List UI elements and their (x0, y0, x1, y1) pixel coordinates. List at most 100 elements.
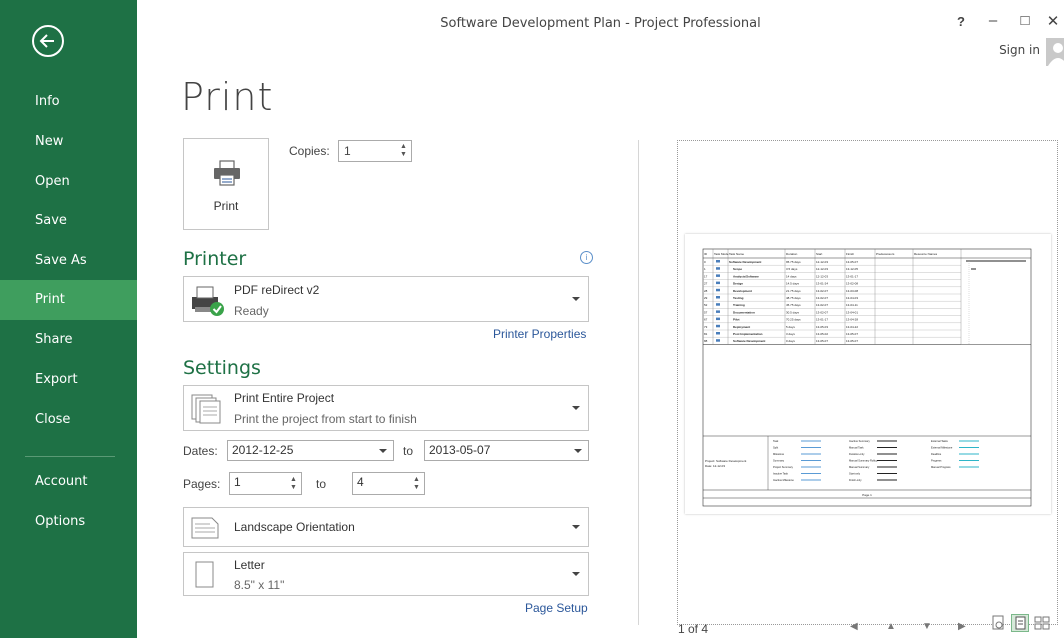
minimize-button[interactable]: – (982, 12, 1004, 29)
chevron-down-icon (572, 525, 580, 529)
preview-task-mode-icon (716, 267, 720, 270)
date-to-value: 2013-05-07 (429, 443, 491, 457)
preview-cell-finish: 13-04-01 (846, 310, 858, 314)
nav-save-as[interactable]: Save As (0, 241, 137, 281)
orientation-select[interactable]: Landscape Orientation (183, 507, 589, 547)
pages-stack-icon (191, 394, 221, 424)
nav-print[interactable]: Print (0, 280, 137, 320)
preview-cell-finish: 13-05-07 (846, 260, 858, 264)
nav-open[interactable]: Open (0, 162, 137, 202)
date-from-select[interactable]: 2012-12-25 (227, 440, 394, 461)
date-from-value: 2012-12-25 (232, 443, 294, 457)
back-arrow-icon (39, 34, 54, 48)
print-range-select[interactable]: Print Entire Project Print the project f… (183, 385, 589, 431)
preview-footer-project: Project: Software Development (705, 459, 747, 463)
nav-account[interactable]: Account (0, 462, 137, 502)
preview-header-cell: Task Mode (714, 252, 729, 256)
preview-cell-id: 1 (704, 267, 706, 271)
preview-legend-label: Manual Task (849, 446, 864, 450)
spin-up-icon[interactable]: ▲ (399, 143, 408, 151)
nav-info[interactable]: Info (0, 82, 137, 122)
pages-to-label: to (316, 477, 327, 491)
dates-label: Dates: (183, 444, 218, 458)
last-page-button[interactable]: ▶ (958, 621, 966, 632)
preview-cell-id: 88 (704, 339, 708, 343)
preview-cell-id: 67 (704, 318, 708, 322)
nav-close[interactable]: Close (0, 400, 137, 440)
next-page-button[interactable]: ▼ (922, 621, 932, 632)
nav-new[interactable]: New (0, 122, 137, 162)
preview-cell-duration: 70.25 days (786, 318, 801, 322)
preview-legend-label: External Tasks (931, 439, 949, 443)
preview-legend-label: Start-only (849, 472, 861, 476)
printer-icon (214, 160, 240, 186)
preview-legend-label: Finish-only (849, 478, 862, 482)
preview-cell-name: Training (733, 303, 745, 307)
preview-header-cell: Finish (846, 252, 854, 256)
spin-up-icon[interactable]: ▲ (412, 476, 421, 484)
one-page-button[interactable] (1011, 614, 1029, 632)
spin-down-icon[interactable]: ▼ (289, 484, 298, 492)
back-button[interactable] (32, 25, 64, 57)
preview-header-cell: Start (816, 252, 823, 256)
sign-in-link[interactable]: Sign in (999, 43, 1040, 57)
chevron-down-icon (572, 406, 580, 410)
print-button[interactable]: Print (183, 138, 269, 230)
paper-size-select[interactable]: Letter 8.5" x 11" (183, 552, 589, 596)
printer-heading: Printer (183, 248, 247, 270)
printer-select[interactable]: PDF reDirect v2 Ready (183, 276, 589, 322)
info-icon[interactable]: i (580, 251, 593, 264)
preview-cell-finish: 13-04-03 (846, 296, 858, 300)
maximize-button[interactable]: □ (1014, 12, 1036, 29)
preview-cell-name: Software Development (729, 260, 761, 264)
avatar[interactable] (1046, 38, 1064, 66)
first-page-button[interactable]: ◀ (850, 621, 858, 632)
preview-cell-name: Post Implementation (733, 332, 763, 336)
chevron-down-icon (572, 572, 580, 576)
backstage-sidebar: Info New Open Save Save As Print Share E… (0, 0, 137, 638)
nav-share[interactable]: Share (0, 320, 137, 360)
prev-page-button[interactable]: ▲ (886, 621, 896, 632)
preview-cell-name: Design (733, 282, 743, 286)
preview-cell-id: 0 (704, 260, 706, 264)
nav-options[interactable]: Options (0, 502, 137, 542)
preview-cell-finish: 13-05-07 (846, 339, 858, 343)
preview-cell-duration: 5 days (786, 325, 795, 329)
page-to-input[interactable]: 4 ▲ ▼ (352, 472, 425, 495)
preview-legend-label: Manual Summary (849, 465, 870, 469)
spin-down-icon[interactable]: ▼ (399, 151, 408, 159)
preview-task-mode-icon (716, 296, 720, 299)
spin-up-icon[interactable]: ▲ (289, 476, 298, 484)
actual-size-button[interactable] (989, 614, 1007, 632)
printer-name: PDF reDirect v2 (234, 283, 320, 297)
printer-status: Ready (234, 304, 269, 318)
page-from-input[interactable]: 1 ▲ ▼ (229, 472, 302, 495)
preview-task-mode-icon (716, 260, 720, 263)
page-setup-link[interactable]: Page Setup (525, 601, 588, 615)
nav-save[interactable]: Save (0, 201, 137, 241)
multiple-pages-button[interactable] (1033, 614, 1051, 632)
preview-cell-id: 81 (704, 332, 708, 336)
preview-cell-finish: 13-02-08 (846, 282, 858, 286)
date-to-select[interactable]: 2013-05-07 (424, 440, 589, 461)
copies-label: Copies: (289, 144, 330, 158)
preview-legend-label: Inactive Milestone (773, 478, 794, 482)
nav-export[interactable]: Export (0, 360, 137, 400)
spin-down-icon[interactable]: ▼ (412, 484, 421, 492)
preview-cell-duration: 0 days (786, 339, 795, 343)
close-button[interactable]: ✕ (1042, 12, 1064, 30)
preview-cell-start: 12-12-03 (816, 260, 828, 264)
printer-properties-link[interactable]: Printer Properties (493, 327, 586, 341)
preview-cell-id: 27 (704, 282, 708, 286)
preview-task-mode-icon (716, 310, 720, 313)
page-indicator: 1 of 4 (678, 622, 709, 636)
copies-input[interactable]: 1 ▲ ▼ (338, 140, 412, 162)
preview-cell-duration: 14.5 days (786, 282, 800, 286)
preview-cell-name: Documentation (733, 310, 755, 314)
preview-cell-name: Development (733, 289, 752, 293)
preview-cell-start: 13-05-03 (816, 325, 828, 329)
preview-header-cell: Duration (786, 252, 798, 256)
multiple-pages-icon (1034, 616, 1050, 630)
preview-cell-name: Scope (733, 267, 742, 271)
help-button[interactable]: ? (950, 14, 972, 29)
